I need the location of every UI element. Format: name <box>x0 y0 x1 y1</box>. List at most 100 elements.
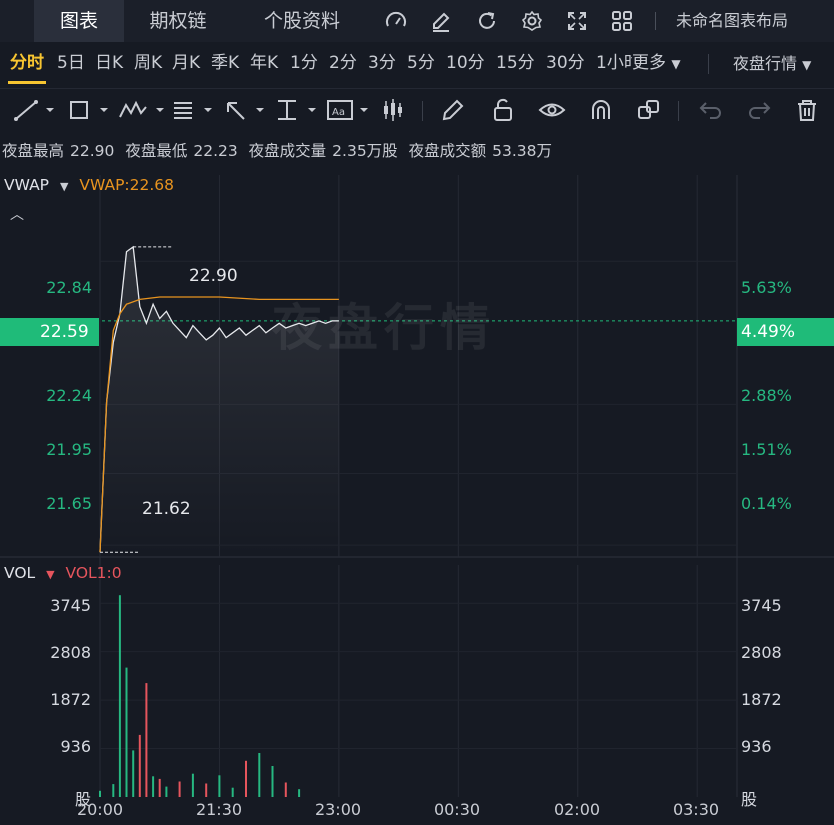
drawing-toolbar: Aa <box>0 88 834 130</box>
period-30min[interactable]: 30分 <box>546 42 585 86</box>
time-tick: 20:00 <box>76 800 124 819</box>
volume-bar <box>191 773 194 797</box>
period-year[interactable]: 年K <box>250 42 278 86</box>
chevron-down-icon: ▼ <box>802 58 812 72</box>
unlock-icon[interactable] <box>490 97 516 123</box>
period-selector: 分时 5日 日K 周K 月K 季K 年K 1分 2分 3分 5分 10分 15分… <box>0 42 834 86</box>
volume-bar <box>298 789 301 797</box>
chevron-down-icon: ▼ <box>59 180 69 193</box>
volume-bar <box>99 790 101 797</box>
pct-label-right: 0.14% <box>741 494 792 513</box>
time-tick: 21:30 <box>195 800 243 819</box>
volume-indicator-selector[interactable]: VOL ▼ VOL1:0 <box>4 564 122 582</box>
volume-bar <box>118 595 121 797</box>
fib-tool-icon[interactable] <box>170 97 216 123</box>
collapse-icon[interactable]: ︿ <box>10 204 24 224</box>
gauge-icon[interactable] <box>384 9 408 33</box>
pattern-tool-icon[interactable] <box>118 97 168 123</box>
volume-bar <box>218 775 221 797</box>
trash-icon[interactable] <box>794 97 820 123</box>
period-1min[interactable]: 1分 <box>290 42 318 86</box>
fullscreen-icon[interactable] <box>565 9 589 33</box>
period-week[interactable]: 周K <box>134 42 162 86</box>
volume-bar <box>112 784 115 797</box>
layout-selector[interactable]: 未命名图表布局 <box>676 0 788 42</box>
volume-bar <box>178 781 181 797</box>
period-1hour[interactable]: 1小时 <box>596 42 632 86</box>
time-tick: 00:30 <box>433 800 481 819</box>
volume-bar <box>245 760 247 797</box>
volume-label: 夜盘成交量 <box>248 142 327 160</box>
measure-tool-icon[interactable] <box>274 97 320 123</box>
volume-bar <box>152 776 155 797</box>
vol-label-right: 936 <box>741 737 772 756</box>
session-stats: 夜盘最高 22.90 夜盘最低 22.23 夜盘成交量 2.35万股 夜盘成交额 53.… <box>2 139 558 163</box>
price-label-left: 21.95 <box>46 440 92 459</box>
volume-bar <box>231 787 234 797</box>
period-more-button[interactable]: 更多 ▼ <box>632 42 681 86</box>
period-day[interactable]: 日K <box>95 42 123 86</box>
vol-value: VOL1:0 <box>65 564 122 582</box>
grid-icon[interactable] <box>610 9 634 33</box>
magnet-icon[interactable] <box>588 97 614 123</box>
vol-label-left: 936 <box>60 737 91 756</box>
high-label: 夜盘最高 <box>2 142 65 160</box>
low-marker-label: 21.62 <box>142 499 191 519</box>
period-10min[interactable]: 10分 <box>446 42 485 86</box>
rectangle-tool-icon[interactable] <box>66 97 112 123</box>
line-tool-icon[interactable] <box>12 97 58 123</box>
svg-text:Aa: Aa <box>332 107 345 118</box>
volume-bar <box>284 782 287 797</box>
undo-icon[interactable] <box>698 97 724 123</box>
settings-icon[interactable] <box>520 9 544 33</box>
time-tick: 03:30 <box>672 800 720 819</box>
refresh-icon[interactable] <box>475 9 499 33</box>
intraday-chart[interactable] <box>0 165 834 797</box>
chevron-down-icon: ▼ <box>671 57 681 71</box>
session-label: 夜盘行情 <box>733 54 798 73</box>
high-value: 22.90 <box>70 142 115 160</box>
period-3min[interactable]: 3分 <box>368 42 396 86</box>
vol-label-right: 3745 <box>741 596 782 615</box>
volume-bar <box>132 750 135 797</box>
volume-bar <box>205 783 208 797</box>
redo-icon[interactable] <box>746 97 772 123</box>
vol-label-right: 2808 <box>741 643 782 662</box>
pencil-icon[interactable] <box>440 97 466 123</box>
period-5d[interactable]: 5日 <box>57 42 85 86</box>
vol-label-left: 1872 <box>50 690 91 709</box>
tab-stock-profile[interactable]: 个股资料 <box>246 0 358 42</box>
tab-option-chain[interactable]: 期权链 <box>132 0 224 42</box>
period-intraday[interactable]: 分时 <box>10 42 44 86</box>
tab-chart[interactable]: 图表 <box>34 0 124 42</box>
volume-bar <box>138 734 141 797</box>
low-label: 夜盘最低 <box>125 142 188 160</box>
price-indicator-selector[interactable]: VWAP ▼ VWAP:22.68 <box>4 176 174 194</box>
time-tick: 02:00 <box>553 800 601 819</box>
active-period-underline <box>8 81 46 84</box>
turnover-label: 夜盘成交额 <box>408 142 487 160</box>
toolbar-divider <box>678 101 679 121</box>
period-2min[interactable]: 2分 <box>329 42 357 86</box>
session-selector[interactable]: 夜盘行情 ▼ <box>733 42 811 86</box>
volume-bar <box>271 766 274 797</box>
low-value: 22.23 <box>193 142 238 160</box>
watermark: 夜盘行情 <box>272 299 496 357</box>
pct-label-right: 2.88% <box>741 386 792 405</box>
candle-tool-icon[interactable] <box>380 97 406 123</box>
nav-divider <box>655 12 656 30</box>
vol-label-left: 3745 <box>50 596 91 615</box>
period-quarter[interactable]: 季K <box>211 42 239 86</box>
copy-icon[interactable] <box>636 97 662 123</box>
time-tick: 23:00 <box>314 800 362 819</box>
period-5min[interactable]: 5分 <box>407 42 435 86</box>
eye-icon[interactable] <box>538 97 566 123</box>
volume-bar <box>165 786 168 797</box>
period-divider <box>708 54 709 74</box>
text-tool-icon[interactable]: Aa <box>326 97 372 123</box>
volume-bar <box>125 667 128 797</box>
period-month[interactable]: 月K <box>172 42 200 86</box>
period-15min[interactable]: 15分 <box>496 42 535 86</box>
edit-icon[interactable] <box>429 9 453 33</box>
arrow-tool-icon[interactable] <box>222 97 268 123</box>
